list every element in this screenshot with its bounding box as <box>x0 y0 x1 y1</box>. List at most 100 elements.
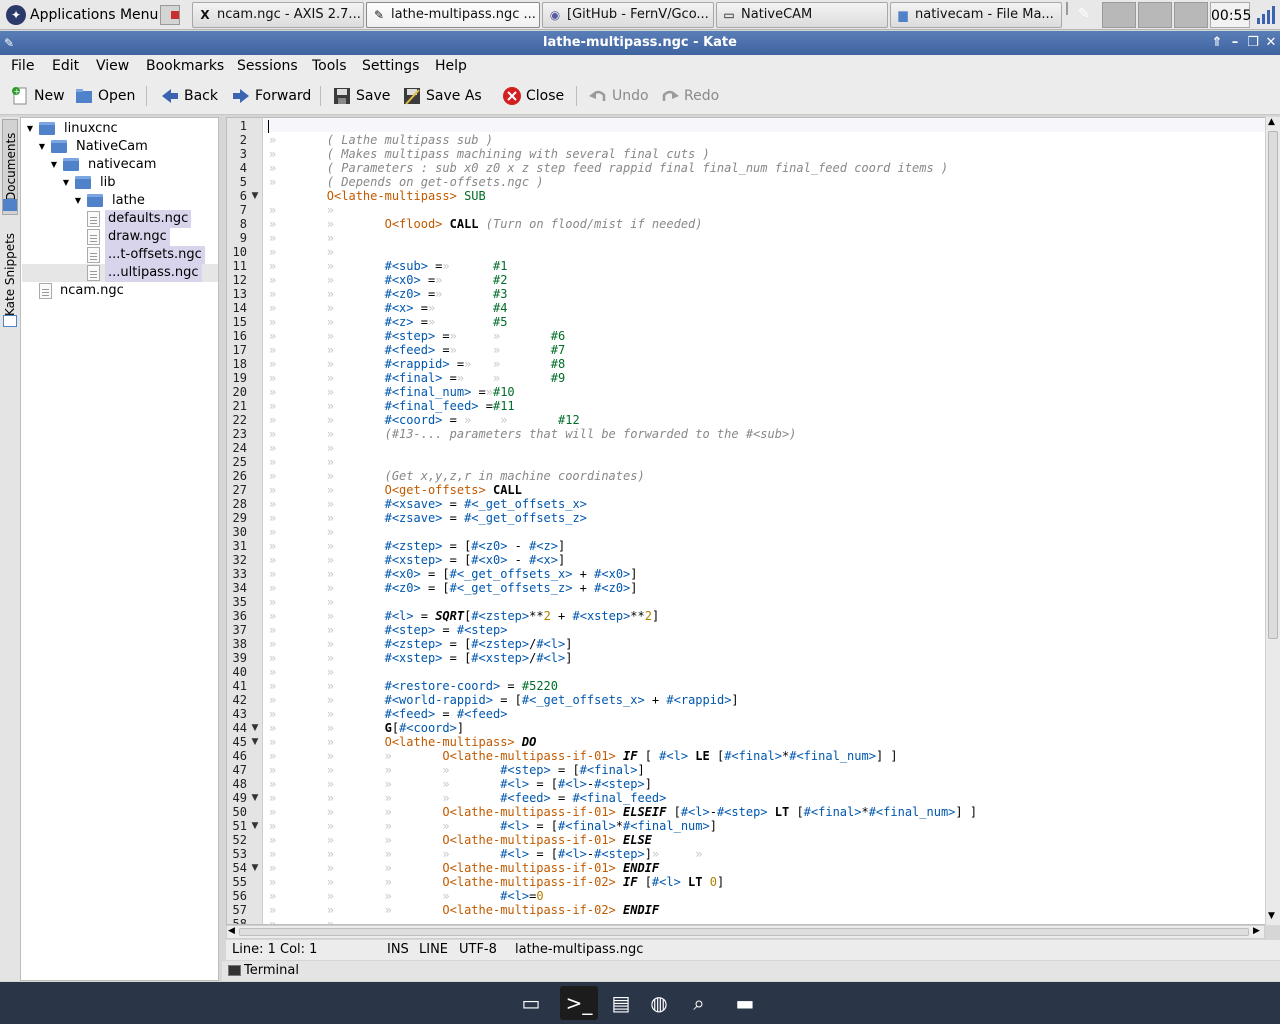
expand-arrow-icon[interactable]: ▼ <box>73 196 83 206</box>
task-nativecam[interactable]: ▭ NativeCAM <box>716 2 888 28</box>
code-line[interactable]: » » » O<lathe-multipass-if-01> ENDIF <box>269 861 659 875</box>
code-line[interactable]: » ( Makes multipass machining with sever… <box>269 147 710 161</box>
code-line[interactable]: » » #<z> =» #5 <box>269 315 507 329</box>
code-line[interactable]: » » #<sub> =» #1 <box>269 259 507 273</box>
code-line[interactable]: » » #<zstep> = [#<z0> - #<z>] <box>269 539 565 553</box>
code-line[interactable]: » » O<get-offsets> CALL <box>269 483 522 497</box>
code-line[interactable]: » » <box>269 525 334 539</box>
forward-button[interactable]: Forward <box>231 83 311 109</box>
code-line[interactable]: » » #<z0> = [#<_get_offsets_z> + #<z0>] <box>269 581 638 595</box>
redo-button[interactable]: Redo <box>660 83 719 109</box>
task-file-manager[interactable]: ▆ nativecam - File Ma... <box>890 2 1062 28</box>
code-line[interactable]: » » » O<lathe-multipass-if-01> ELSEIF [#… <box>269 805 977 819</box>
undo-button[interactable]: Undo <box>588 83 649 109</box>
fold-arrow-icon[interactable]: ▼ <box>250 189 260 203</box>
encoding[interactable]: UTF-8 <box>459 940 497 960</box>
vertical-scroll-thumb[interactable] <box>1268 131 1278 639</box>
applications-menu-button[interactable]: ✦ Applications Menu <box>4 3 158 27</box>
menu-help[interactable]: Help <box>435 55 467 77</box>
code-line[interactable]: » » G[#<coord>] <box>269 721 464 735</box>
fold-arrow-icon[interactable]: ▼ <box>250 721 260 735</box>
code-line[interactable]: » » #<world-rappid> = [#<_get_offsets_x>… <box>269 693 739 707</box>
code-line[interactable]: » » #<coord> = » » #12 <box>269 413 580 427</box>
fold-arrow-icon[interactable]: ▼ <box>250 819 260 833</box>
code-line[interactable]: » » #<restore-coord> = #5220 <box>269 679 558 693</box>
code-line[interactable]: » » #<xstep> = [#<xstep>/#<l>] <box>269 651 572 665</box>
menu-sessions[interactable]: Sessions <box>237 55 298 77</box>
minimize-icon[interactable]: – <box>1226 31 1244 55</box>
code-line[interactable]: » » » O<lathe-multipass-if-02> ENDIF <box>269 903 659 917</box>
code-line[interactable]: » » #<x> =» #4 <box>269 301 507 315</box>
code-line[interactable]: » » #<xsave> = #<_get_offsets_x> <box>269 497 587 511</box>
drive-icon[interactable]: ▭ <box>512 986 550 1020</box>
open-button[interactable]: Open <box>74 83 135 109</box>
code-line[interactable]: » » #<l> = SQRT[#<zstep>**2 + #<xstep>**… <box>269 609 659 623</box>
scroll-down-arrow-icon[interactable]: ▼ <box>1268 911 1275 921</box>
workspace-3[interactable] <box>1138 2 1172 28</box>
scroll-right-arrow-icon[interactable]: ▶ <box>1253 926 1260 936</box>
code-line[interactable]: » » » » #<l>=0 <box>269 889 544 903</box>
code-line[interactable]: » » » » #<step> = [#<final>] <box>269 763 645 777</box>
code-line[interactable]: » » #<x0> = [#<_get_offsets_x> + #<x0>] <box>269 567 638 581</box>
expand-arrow-icon[interactable]: ▼ <box>25 124 35 134</box>
code-line[interactable]: » » (#13-... parameters that will be for… <box>269 427 796 441</box>
code-line[interactable]: » » » O<lathe-multipass-if-02> IF [#<l> … <box>269 875 724 889</box>
network-signal-icon[interactable] <box>1254 4 1276 26</box>
window-titlebar[interactable]: ✎ lathe-multipass.ngc - Kate ⇑ – ❐ ✕ <box>0 31 1280 55</box>
menu-file[interactable]: File <box>11 55 34 77</box>
code-line[interactable]: » » #<final_num> =»#10 <box>269 385 515 399</box>
code-line[interactable]: » ( Lathe multipass sub ) <box>269 133 493 147</box>
kate-snippets-tab[interactable]: Kate Snippets <box>2 219 18 329</box>
code-line[interactable]: » » <box>269 595 334 609</box>
new-button[interactable]: + New <box>10 83 65 109</box>
terminal-tab[interactable]: Terminal <box>226 961 299 981</box>
expand-arrow-icon[interactable]: ▼ <box>37 142 47 152</box>
code-line[interactable]: » » #<z0> =» #3 <box>269 287 507 301</box>
scroll-left-arrow-icon[interactable]: ◀ <box>228 926 235 936</box>
task-kate[interactable]: ✎ lathe-multipass.ngc ... <box>366 2 540 28</box>
task-axis[interactable]: X ncam.ngc - AXIS 2.7... <box>192 2 364 28</box>
code-line[interactable]: » » » O<lathe-multipass-if-01> IF [ #<l>… <box>269 749 898 763</box>
fold-arrow-icon[interactable]: ▼ <box>250 791 260 805</box>
code-line[interactable]: » » <box>269 245 334 259</box>
code-line[interactable]: » » O<lathe-multipass> DO <box>269 735 536 749</box>
keep-above-icon[interactable]: ⇑ <box>1208 31 1226 55</box>
code-line[interactable]: » ( Parameters : sub x0 z0 x z step feed… <box>269 161 948 175</box>
clock[interactable]: 00:55 <box>1210 2 1251 28</box>
code-line[interactable]: » » <box>269 441 334 455</box>
code-line[interactable]: O<lathe-multipass> SUB <box>269 189 486 203</box>
workspace-4[interactable] <box>1174 2 1208 28</box>
horizontal-scrollbar[interactable]: ◀ ▶ <box>226 925 1265 939</box>
back-button[interactable]: Back <box>160 83 218 109</box>
code-line[interactable]: » » #<x0> =» #2 <box>269 273 507 287</box>
code-line[interactable]: » » #<xstep> = [#<x0> - #<x>] <box>269 553 565 567</box>
logout-icon[interactable] <box>160 5 180 25</box>
code-line[interactable]: » » #<step> = #<step> <box>269 623 507 637</box>
code-line[interactable]: » » O<flood> CALL (Turn on flood/mist if… <box>269 217 703 231</box>
line-number-gutter[interactable]: 1 2 3 4 5 6 ▼ 7 8 9 10 11 12 13 14 15 16 17 18 19 20 21 22 23 24… <box>227 118 263 924</box>
horizontal-scroll-thumb[interactable] <box>239 928 1249 936</box>
workspace-1[interactable]: ✎ <box>1066 2 1090 22</box>
maximize-icon[interactable]: ❐ <box>1244 31 1262 55</box>
code-line[interactable]: » » <box>269 917 334 924</box>
close-button[interactable]: Close <box>502 83 564 109</box>
folder-icon[interactable]: ▬ <box>726 986 764 1020</box>
menu-edit[interactable]: Edit <box>52 55 79 77</box>
code-line[interactable]: » ( Depends on get-offsets.ngc ) <box>269 175 544 189</box>
save-as-button[interactable]: Save As <box>402 83 482 109</box>
code-line[interactable]: » » <box>269 203 334 217</box>
code-line[interactable]: » » #<rappid> =» » #8 <box>269 357 565 371</box>
code-line[interactable]: » » » » #<l> = [#<l>-#<step>]» » <box>269 847 703 861</box>
code-line[interactable]: » » #<zsave> = #<_get_offsets_z> <box>269 511 587 525</box>
menu-bookmarks[interactable]: Bookmarks <box>146 55 224 77</box>
code-line[interactable]: » » #<final_feed> =#11 <box>269 399 515 413</box>
code-line[interactable]: » » #<feed> = #<feed> <box>269 707 507 721</box>
menu-settings[interactable]: Settings <box>362 55 419 77</box>
fold-arrow-icon[interactable]: ▼ <box>250 735 260 749</box>
terminal-icon[interactable]: >_ <box>560 986 598 1020</box>
workspace-2[interactable] <box>1102 2 1136 28</box>
magnifier-icon[interactable]: ⌕ <box>680 986 718 1020</box>
code-line[interactable]: » » » O<lathe-multipass-if-01> ELSE <box>269 833 652 847</box>
expand-arrow-icon[interactable]: ▼ <box>49 160 59 170</box>
input-mode[interactable]: INS <box>387 940 409 960</box>
